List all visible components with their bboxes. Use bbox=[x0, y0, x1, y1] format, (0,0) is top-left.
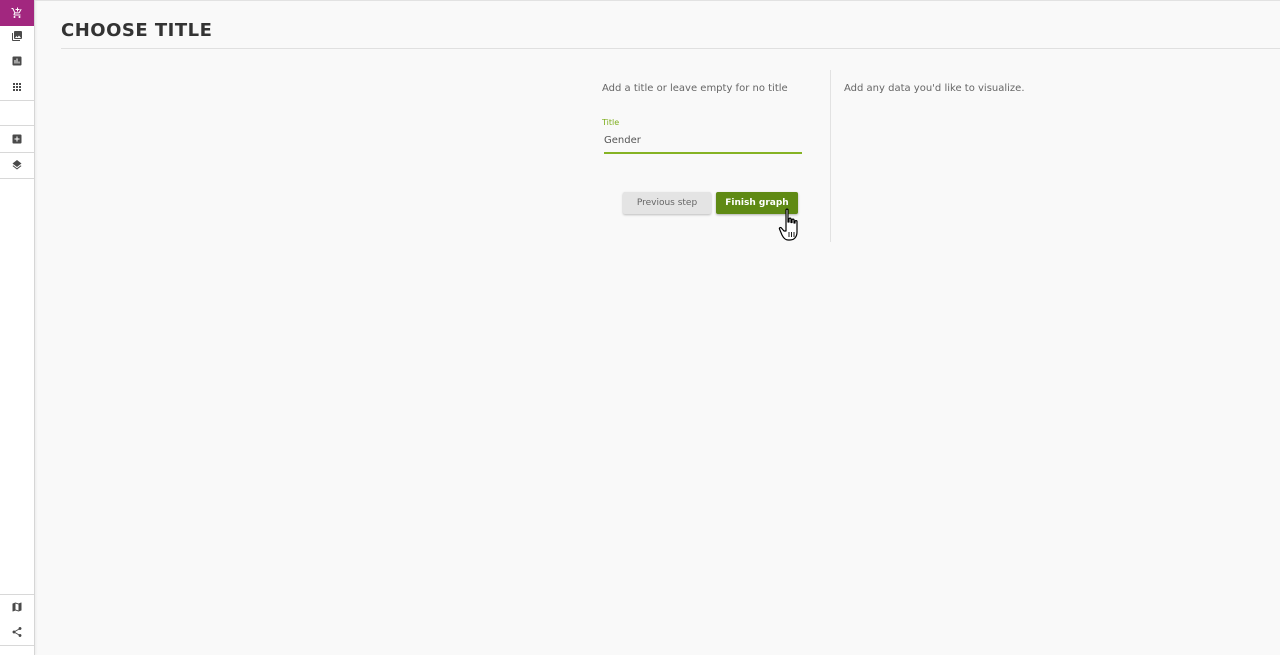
share-icon bbox=[11, 623, 23, 642]
layers-icon bbox=[11, 156, 23, 175]
grid-icon bbox=[11, 78, 23, 97]
sidebar-divider bbox=[0, 645, 34, 646]
preview-hint: Add any data you'd like to visualize. bbox=[844, 83, 1025, 94]
add-box-icon bbox=[11, 130, 23, 149]
panel-divider bbox=[830, 70, 831, 242]
sidebar-add-button[interactable] bbox=[0, 126, 34, 152]
sidebar-divider bbox=[0, 178, 34, 179]
page-title: CHOOSE TITLE bbox=[61, 20, 213, 41]
map-icon bbox=[11, 598, 23, 617]
hand-cursor-icon bbox=[778, 208, 806, 244]
sidebar-chart-button[interactable] bbox=[0, 48, 34, 74]
title-field-label: Title bbox=[602, 118, 620, 127]
sidebar-share-button[interactable] bbox=[0, 619, 34, 645]
app-root: CHOOSE TITLE Add a title or leave empty … bbox=[0, 0, 1280, 655]
title-hint: Add a title or leave empty for no title bbox=[602, 83, 788, 94]
sidebar-grid-button[interactable] bbox=[0, 74, 34, 100]
title-input[interactable] bbox=[604, 130, 802, 154]
sidebar-layers-button[interactable] bbox=[0, 152, 34, 178]
sidebar-divider bbox=[0, 100, 34, 101]
bar-chart-icon bbox=[11, 52, 23, 71]
image-icon bbox=[11, 27, 23, 46]
previous-step-button[interactable]: Previous step bbox=[623, 192, 711, 214]
sidebar bbox=[0, 0, 35, 655]
cart-icon bbox=[11, 4, 23, 23]
sidebar-map-button[interactable] bbox=[0, 594, 34, 620]
sidebar-image-button[interactable] bbox=[0, 23, 34, 49]
top-border bbox=[35, 0, 1280, 1]
header-divider bbox=[61, 48, 1280, 49]
